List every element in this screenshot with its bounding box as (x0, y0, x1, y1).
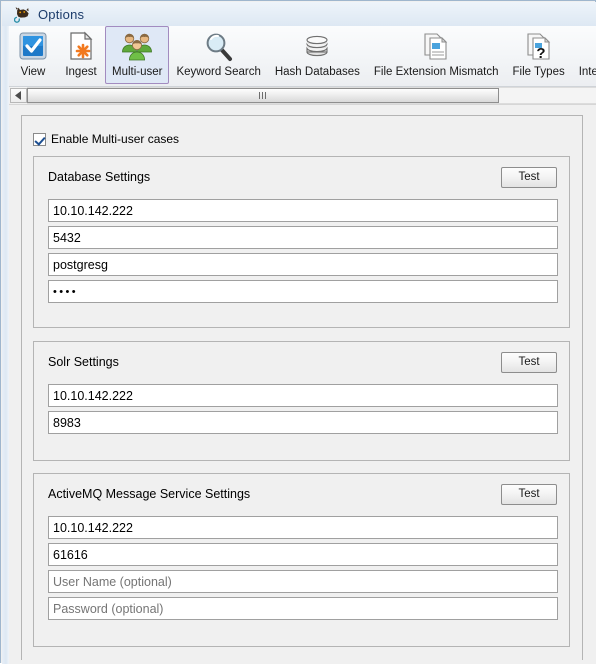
activemq-password-input[interactable] (48, 597, 558, 620)
activemq-host-input[interactable] (48, 516, 558, 539)
activemq-port-input[interactable] (48, 543, 558, 566)
multi-user-people-icon (120, 30, 154, 64)
toolbar-item-label: Hash Databases (274, 66, 360, 78)
database-host-input[interactable] (48, 199, 558, 222)
view-checkbox-icon (16, 30, 50, 64)
enable-multiuser-label: Enable Multi-user cases (51, 132, 180, 146)
toolbar-item-label: File Types (512, 66, 565, 78)
solr-host-input[interactable] (48, 384, 558, 407)
activemq-test-button[interactable]: Test (501, 484, 557, 505)
toolbar-item-label: Keyword Search (176, 66, 261, 78)
scrollbar-grip-icon (258, 91, 268, 99)
options-content-area: Enable Multi-user cases Database Setting… (9, 104, 596, 664)
documents-question-icon: ? (522, 30, 556, 64)
toolbar-item-ingest[interactable]: Ingest (57, 26, 105, 84)
toolbar-item-label: Interesting Files (578, 66, 596, 78)
database-settings-group: Database Settings Test (33, 156, 570, 328)
options-toolbar: View Ingest Multi-user Keyword Search Ha… (9, 26, 596, 87)
scrollbar-thumb[interactable] (27, 87, 499, 103)
toolbar-item-label: Multi-user (112, 66, 163, 78)
database-username-input[interactable] (48, 253, 558, 276)
options-window: Options View Ingest Multi-user Keyword S… (0, 0, 596, 664)
toolbar-item-keyword-search[interactable]: Keyword Search (169, 26, 267, 84)
autopsy-logo-icon (13, 5, 32, 23)
magnifier-icon (202, 30, 236, 64)
database-settings-title: Database Settings (48, 170, 151, 184)
solr-port-input[interactable] (48, 411, 558, 434)
window-title: Options (38, 6, 85, 22)
toolbar-item-interesting-files[interactable]: Interesting Files (572, 26, 596, 84)
activemq-settings-group: ActiveMQ Message Service Settings Test (33, 473, 570, 647)
toolbar-item-hash-databases[interactable]: Hash Databases (268, 26, 367, 84)
solr-test-button[interactable]: Test (501, 352, 557, 373)
toolbar-item-view[interactable]: View (9, 26, 57, 84)
database-cylinder-icon (300, 30, 334, 64)
toolbar-item-label: View (20, 66, 46, 78)
activemq-settings-title: ActiveMQ Message Service Settings (48, 487, 251, 501)
toolbar-item-file-extension-mismatch[interactable]: File Extension Mismatch (367, 26, 506, 84)
toolbar-item-file-types[interactable]: ? File Types (506, 26, 572, 84)
toolbar-item-label: Ingest (65, 66, 97, 78)
ingest-document-star-icon (64, 30, 98, 64)
enable-multiuser-checkbox[interactable] (33, 132, 46, 146)
toolbar-horizontal-scrollbar[interactable] (9, 86, 596, 104)
title-bar: Options (9, 2, 596, 26)
database-password-input[interactable] (48, 280, 558, 303)
window-left-edge (2, 2, 9, 664)
toolbar-item-multi-user[interactable]: Multi-user (105, 26, 170, 84)
toolbar-item-label: File Extension Mismatch (373, 66, 499, 78)
activemq-username-input[interactable] (48, 570, 558, 593)
svg-text:?: ? (536, 45, 545, 62)
solr-settings-group: Solr Settings Test (33, 341, 570, 461)
multi-user-settings-panel: Enable Multi-user cases Database Setting… (21, 115, 583, 660)
database-port-input[interactable] (48, 226, 558, 249)
solr-settings-title: Solr Settings (48, 355, 119, 369)
documents-icon (419, 30, 453, 64)
database-test-button[interactable]: Test (501, 167, 557, 188)
enable-multiuser-row[interactable]: Enable Multi-user cases (33, 132, 179, 146)
scroll-left-arrow-icon[interactable] (10, 87, 27, 103)
scrollbar-track[interactable] (27, 86, 596, 104)
